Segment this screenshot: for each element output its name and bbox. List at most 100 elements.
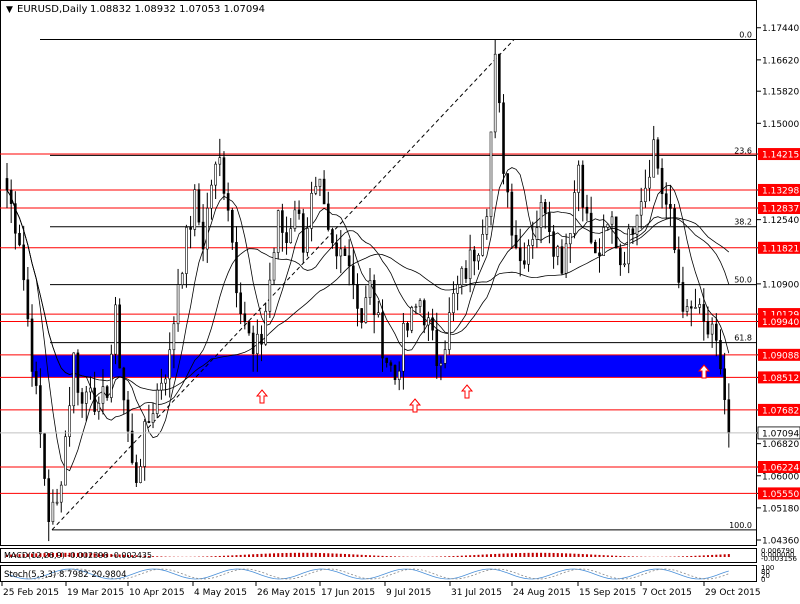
candle-body: [653, 140, 655, 177]
candle-body: [173, 324, 175, 350]
candle-body: [10, 190, 12, 203]
candle-body: [340, 249, 342, 256]
symbol-label: EURUSD,Daily: [17, 4, 88, 15]
candle-body: [169, 350, 171, 379]
candle-body: [190, 227, 192, 229]
candle-body: [619, 248, 621, 265]
time-label: 9 Jul 2015: [386, 588, 431, 598]
candle-body: [427, 318, 429, 325]
candle-body: [561, 247, 563, 274]
candle-body: [44, 434, 46, 479]
macd-bar: [607, 555, 609, 557]
candle-body: [582, 165, 584, 207]
time-label: 10 Apr 2015: [129, 588, 185, 598]
macd-bar: [244, 555, 246, 557]
candle-body: [14, 204, 16, 234]
candle-body: [35, 371, 37, 385]
macd-bar: [719, 555, 721, 557]
candle-body: [674, 208, 676, 249]
candle-body: [331, 230, 333, 243]
collapse-triangle-icon[interactable]: ▼: [6, 5, 13, 15]
macd-bar: [707, 555, 709, 557]
macd-bar: [724, 554, 726, 557]
macd-bar: [377, 556, 379, 557]
price-label: 1.09940: [762, 318, 799, 328]
candle-body: [557, 247, 559, 257]
current-price-label: 1.07094: [762, 429, 799, 439]
candle-body: [724, 369, 726, 400]
macd-bar: [532, 553, 534, 557]
macd-bar: [594, 555, 596, 557]
candle-body: [594, 242, 596, 253]
candle-body: [419, 301, 421, 307]
macd-bar: [290, 553, 292, 557]
macd-bar: [206, 556, 208, 557]
macd-bar: [611, 556, 613, 557]
candle-body: [160, 383, 162, 390]
macd-bar: [482, 555, 484, 557]
candle-body: [432, 318, 434, 330]
candle-body: [110, 354, 112, 397]
candle-body: [532, 239, 534, 245]
macd-bar: [728, 554, 730, 557]
candle-body: [290, 229, 292, 243]
macd-bar: [327, 553, 329, 557]
candle-body: [69, 406, 71, 437]
candle-body: [553, 232, 555, 257]
candle-body: [194, 190, 196, 230]
macd-bar: [223, 556, 225, 557]
candle-body: [323, 179, 325, 204]
candle-body: [361, 308, 363, 322]
chart-canvas[interactable]: 0.023.638.250.061.8100.0 1.174401.166201…: [0, 0, 800, 600]
macd-bar: [227, 556, 229, 557]
macd-bar: [440, 556, 442, 557]
candle-body: [123, 368, 125, 400]
candle-body: [657, 140, 659, 169]
macd-bar: [469, 555, 471, 557]
candle-body: [135, 463, 137, 483]
candle-body: [607, 224, 609, 227]
macd-bar: [277, 553, 279, 557]
candle-body: [311, 193, 313, 228]
candle-body: [48, 479, 50, 522]
candle-body: [31, 319, 33, 372]
macd-bar: [632, 556, 634, 557]
macd-bar: [160, 556, 162, 557]
price-label: 1.17440: [762, 24, 799, 34]
candle-body: [415, 307, 417, 308]
macd-bar: [344, 554, 346, 557]
macd-bar: [694, 556, 696, 557]
candle-body: [298, 210, 300, 214]
candle-body: [223, 158, 225, 194]
candle-body: [603, 227, 605, 255]
fib-ratio-label: 23.6: [734, 146, 752, 155]
macd-bar: [210, 556, 212, 557]
macd-bar: [336, 554, 338, 557]
candle-body: [165, 379, 167, 383]
macd-bar: [298, 553, 300, 557]
macd-bar: [269, 553, 271, 557]
candle-body: [144, 421, 146, 466]
candle-body: [515, 235, 517, 247]
candle-body: [611, 217, 613, 224]
candle-body: [715, 324, 717, 340]
candle-body: [528, 245, 530, 264]
time-label: 19 Mar 2015: [67, 588, 124, 598]
candle-body: [181, 274, 183, 285]
candle-body: [140, 467, 142, 483]
candle-body: [269, 280, 271, 311]
macd-bar: [457, 556, 459, 557]
macd-bar: [240, 555, 242, 557]
price-label: 1.15820: [762, 88, 799, 98]
candle-body: [486, 217, 488, 235]
macd-bar: [598, 555, 600, 557]
price-label: 1.05180: [762, 504, 799, 514]
macd-bar: [573, 554, 575, 557]
price-label: 1.11821: [762, 244, 799, 254]
candle-body: [356, 284, 358, 308]
macd-bar: [486, 554, 488, 557]
candle-body: [461, 268, 463, 284]
macd-bar: [352, 554, 354, 557]
price-label: 1.05550: [762, 490, 799, 500]
candle-body: [77, 353, 79, 393]
